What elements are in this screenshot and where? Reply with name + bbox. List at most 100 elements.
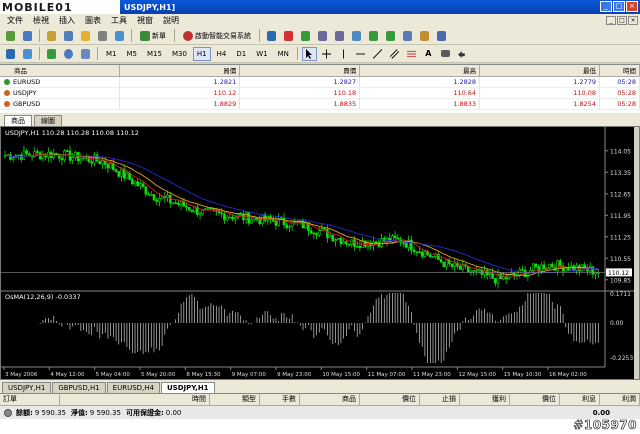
term-col-close-price[interactable]: 價位	[510, 394, 560, 405]
market-watch-icon[interactable]	[44, 29, 59, 43]
timeframe-m1[interactable]: M1	[102, 47, 121, 61]
chart-tab-gbpusd[interactable]: GBPUSD,H1	[52, 382, 106, 393]
candle-body	[326, 229, 329, 239]
timeframe-m30[interactable]: M30	[168, 47, 191, 61]
arrows-tool-icon[interactable]	[455, 47, 470, 61]
profiles-icon[interactable]	[20, 29, 35, 43]
menu-view[interactable]: 檢視	[28, 15, 54, 26]
chart-tab-eurusd[interactable]: EURUSD,H4	[106, 382, 160, 393]
term-col-ticket[interactable]: 訂單	[0, 394, 60, 405]
candlestick-icon[interactable]	[281, 29, 296, 43]
term-col-profit[interactable]: 利潤	[600, 394, 640, 405]
data-window-icon[interactable]	[61, 29, 76, 43]
mdi-minimize-button[interactable]: _	[606, 16, 616, 25]
new-chart-icon[interactable]	[3, 29, 18, 43]
market-watch-panel: 商品 買價 賣價 最高 最低 時間 EURUSD 1.2821 1.2827 1.28…	[0, 64, 640, 113]
bar-chart-icon[interactable]	[264, 29, 279, 43]
candle-body	[131, 179, 134, 185]
tile-windows-icon[interactable]	[349, 29, 364, 43]
periods-icon[interactable]	[417, 29, 432, 43]
free-margin-label: 可用保證金:	[125, 408, 164, 417]
term-col-tp[interactable]: 獲利	[460, 394, 510, 405]
market-watch-row[interactable]: USDJPY 110.12 110.18 110.64 110.08 05:28	[0, 87, 640, 99]
maximize-button[interactable]: □	[613, 1, 625, 12]
toolbar-separator	[174, 29, 175, 42]
timeframe-h1[interactable]: H1	[192, 46, 211, 61]
chart-shift-icon[interactable]	[383, 29, 398, 43]
text-tool-icon[interactable]: A	[421, 47, 436, 61]
term-col-type[interactable]: 類型	[210, 394, 260, 405]
indicators-icon[interactable]	[400, 29, 415, 43]
template-icon[interactable]	[78, 47, 93, 61]
chart-tab-usdjpy[interactable]: USDJPY,H1	[2, 382, 52, 393]
column-header-time[interactable]: 時間	[599, 65, 640, 77]
candle-body	[540, 264, 543, 272]
expert-advisors-button[interactable]: 啟動智能交易系統	[179, 29, 255, 43]
chart-canvas[interactable]: 110.12 114.05 113.35 112.65 111.95 111.25 110.…	[1, 127, 639, 379]
candle-body	[206, 207, 210, 210]
price-chart[interactable]: 110.12 114.05 113.35 112.65 111.95 111.25 110.…	[0, 126, 640, 380]
timeframe-h4[interactable]: H4	[213, 47, 231, 61]
cell-high: 1.2828	[359, 76, 481, 88]
timeframe-mn[interactable]: MN	[274, 47, 293, 61]
menu-insert[interactable]: 插入	[54, 15, 80, 26]
term-col-lots[interactable]: 手數	[260, 394, 300, 405]
channel-icon[interactable]	[387, 47, 402, 61]
column-header-low[interactable]: 最低	[479, 65, 600, 77]
timeframe-w1[interactable]: W1	[252, 47, 271, 61]
line-studies-icon[interactable]	[3, 47, 18, 61]
column-header-symbol[interactable]: 商品	[0, 65, 121, 77]
strategy-tester-icon[interactable]	[112, 29, 127, 43]
label-tool-icon[interactable]	[438, 47, 453, 61]
term-col-symbol[interactable]: 商品	[300, 394, 360, 405]
candle-body	[171, 202, 175, 205]
term-col-time[interactable]: 時間	[60, 394, 210, 405]
menu-tools[interactable]: 工具	[106, 15, 132, 26]
mdi-restore-button[interactable]: □	[617, 16, 627, 25]
chart-tab-usdjpy-active[interactable]: USDJPY,H1	[160, 382, 215, 393]
navigator-icon[interactable]	[78, 29, 93, 43]
timeframe-m15[interactable]: M15	[143, 47, 166, 61]
auto-scroll-icon[interactable]	[366, 29, 381, 43]
trendline-icon[interactable]	[370, 47, 385, 61]
tab-symbols[interactable]: 商品	[4, 115, 32, 126]
line-chart-icon[interactable]	[298, 29, 313, 43]
column-header-high[interactable]: 最高	[359, 65, 481, 77]
tab-tick-chart[interactable]: 線圖	[34, 115, 62, 126]
market-watch-row[interactable]: EURUSD 1.2821 1.2827 1.2828 1.2779 05:28	[0, 76, 640, 88]
term-col-swap[interactable]: 利息	[560, 394, 600, 405]
close-button[interactable]: ×	[626, 1, 638, 12]
crosshair-icon[interactable]	[319, 47, 334, 61]
candle-body	[488, 273, 492, 276]
vertical-line-icon[interactable]	[336, 47, 351, 61]
zoom-in-icon[interactable]	[315, 29, 330, 43]
timeframe-m5[interactable]: M5	[123, 47, 142, 61]
column-header-ask[interactable]: 賣價	[239, 65, 361, 77]
timeframe-d1[interactable]: D1	[232, 47, 250, 61]
menu-window[interactable]: 視窗	[132, 15, 158, 26]
cursor-icon[interactable]	[301, 46, 317, 61]
term-col-price[interactable]: 價位	[360, 394, 420, 405]
term-col-sl[interactable]: 止損	[420, 394, 460, 405]
cell-symbol: EURUSD	[0, 76, 121, 88]
chart-scrollbar[interactable]	[634, 127, 639, 379]
market-watch-row[interactable]: GBPUSD 1.8829 1.8835 1.8833 1.8254 05:28	[0, 98, 640, 110]
menu-file[interactable]: 文件	[2, 15, 28, 26]
menu-help[interactable]: 說明	[158, 15, 184, 26]
menu-charts[interactable]: 圖表	[80, 15, 106, 26]
templates-icon[interactable]	[434, 29, 449, 43]
mdi-close-button[interactable]: ×	[628, 16, 638, 25]
zoom-out-icon[interactable]	[332, 29, 347, 43]
horizontal-line-icon[interactable]	[353, 47, 368, 61]
add-indicator-icon[interactable]	[44, 47, 59, 61]
fibonacci-icon[interactable]	[404, 47, 419, 61]
minimize-button[interactable]: _	[600, 1, 612, 12]
candle-body	[139, 183, 142, 187]
terminal-icon[interactable]	[95, 29, 110, 43]
new-order-button[interactable]: 新單	[136, 29, 170, 43]
column-header-bid[interactable]: 買價	[119, 65, 241, 77]
chart-properties-icon[interactable]	[20, 47, 35, 61]
periodicity-icon[interactable]	[61, 47, 76, 61]
candle-body	[225, 216, 229, 221]
time-axis-label: 10 May 15:00	[322, 372, 360, 378]
